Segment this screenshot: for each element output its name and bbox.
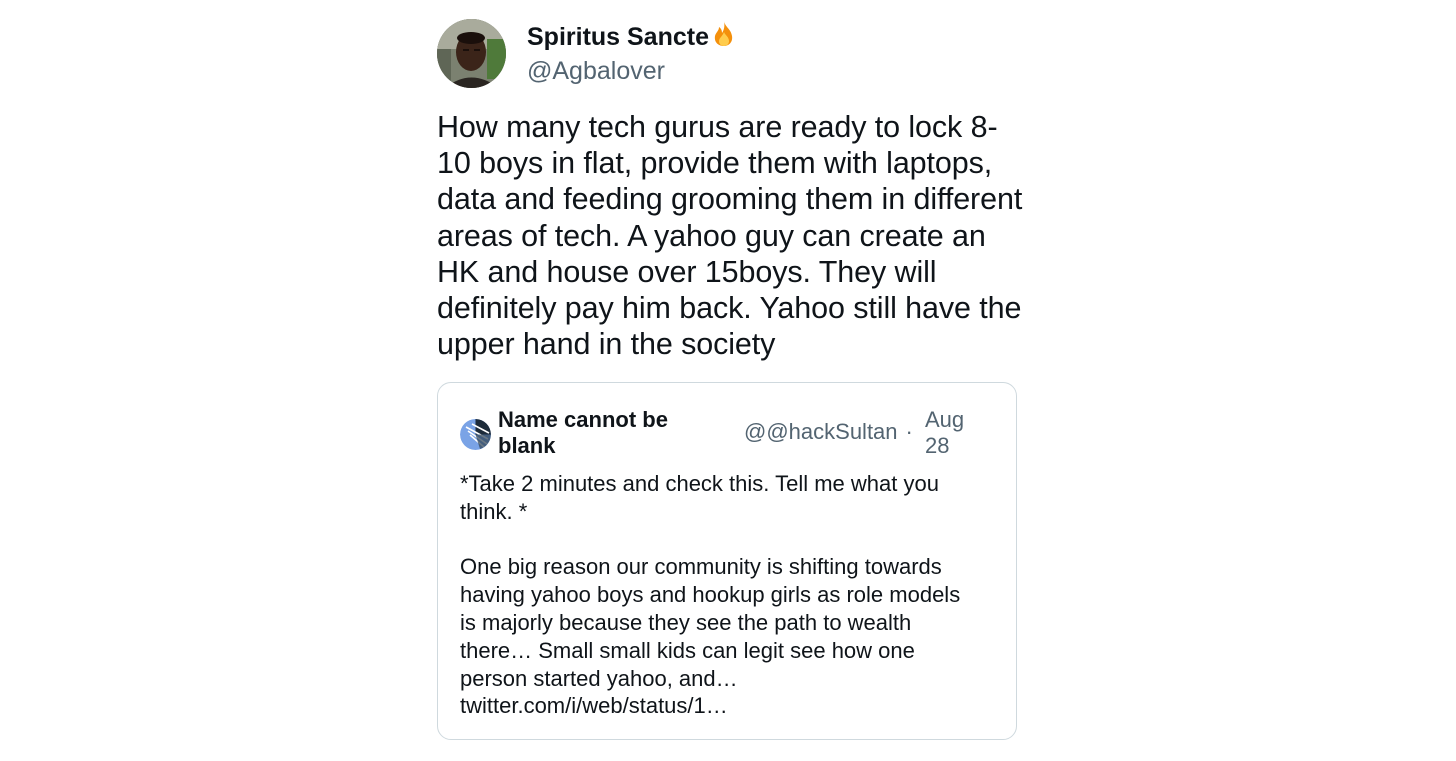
- quoted-author-handle[interactable]: @hackSultan: [766, 419, 897, 445]
- tweet-card: Spiritus Sancte @Agbalover How many tech…: [437, 18, 1022, 362]
- author-display-name-text: Spiritus Sancte: [527, 22, 709, 51]
- quoted-author-display-name[interactable]: Name cannot be blank: [498, 407, 728, 459]
- author-display-name[interactable]: Spiritus Sancte: [527, 19, 738, 54]
- abstract-avatar-icon: [460, 419, 491, 450]
- author-names: Spiritus Sancte @Agbalover: [527, 19, 738, 87]
- tweet-header: Spiritus Sancte @Agbalover: [437, 18, 1019, 88]
- profile-photo-icon: [437, 18, 506, 88]
- quoted-tweet-header: Name cannot be blank @ @hackSultan · Aug…: [460, 407, 990, 463]
- quoted-tweet-date[interactable]: Aug 28: [925, 407, 975, 459]
- quoted-author-avatar[interactable]: [460, 419, 491, 450]
- at-symbol: @: [744, 419, 767, 444]
- quoted-tweet[interactable]: Name cannot be blank @ @hackSultan · Aug…: [437, 382, 1017, 740]
- tweet-text: How many tech gurus are ready to lock 8-…: [437, 110, 1023, 362]
- author-avatar[interactable]: [437, 18, 506, 88]
- quoted-author-meta: @ @hackSultan ·: [744, 419, 921, 445]
- meta-separator: ·: [905, 419, 913, 444]
- fire-icon: [710, 19, 738, 54]
- quoted-tweet-text: *Take 2 minutes and check this. Tell me …: [460, 471, 961, 719]
- author-handle[interactable]: @Agbalover: [527, 55, 738, 87]
